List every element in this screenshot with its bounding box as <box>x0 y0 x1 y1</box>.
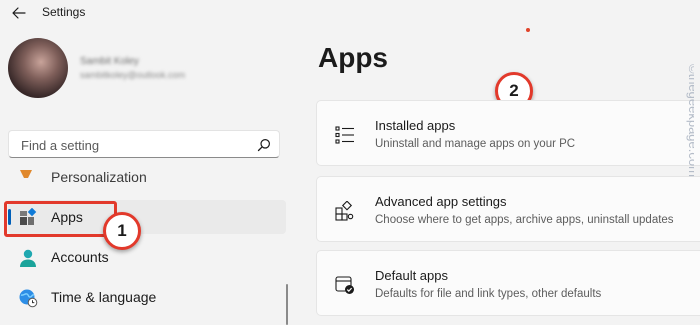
globe-clock-icon <box>19 289 38 308</box>
sidebar-item-label: Accounts <box>51 249 109 265</box>
advanced-app-settings-card[interactable]: Advanced app settings Choose where to ge… <box>316 176 700 242</box>
watermark-text: ©thegeekpage.com <box>686 64 694 177</box>
title-bar: Settings <box>0 0 700 28</box>
app-settings-icon <box>335 201 354 221</box>
back-button[interactable] <box>8 3 30 23</box>
decorative-dot <box>526 28 530 32</box>
card-title: Advanced app settings <box>375 194 507 209</box>
search-icon[interactable] <box>257 138 271 152</box>
callout-1: 1 <box>103 212 141 250</box>
profile-email: sambitkoley@outlook.com <box>80 70 186 80</box>
installed-apps-card[interactable]: Installed apps Uninstall and manage apps… <box>316 100 700 166</box>
back-arrow-icon <box>12 7 26 19</box>
default-apps-card[interactable]: Default apps Defaults for file and link … <box>316 250 700 316</box>
annotation-highlight-box <box>4 201 117 237</box>
search-box[interactable] <box>8 130 280 158</box>
card-title: Installed apps <box>375 118 456 133</box>
sidebar-item-time-language[interactable]: Time & language <box>8 280 286 314</box>
search-input[interactable] <box>19 137 253 154</box>
sidebar-item-personalization[interactable]: Personalization <box>8 170 286 190</box>
sidebar-item-label: Time & language <box>51 289 157 305</box>
sidebar-item-label: Personalization <box>51 170 147 185</box>
person-icon <box>20 249 36 267</box>
sidebar-item-accounts[interactable]: Accounts <box>8 240 286 274</box>
sidebar-scrollbar[interactable] <box>286 284 288 325</box>
avatar[interactable] <box>8 38 68 98</box>
card-title: Default apps <box>375 268 448 283</box>
page-title: Apps <box>318 42 388 73</box>
window-title: Settings <box>42 5 86 19</box>
watermark: ©thegeekpage.com <box>686 64 694 177</box>
brush-icon <box>20 170 32 178</box>
card-description: Uninstall and manage apps on your PC <box>375 138 576 150</box>
default-apps-icon <box>335 276 354 294</box>
card-description: Defaults for file and link types, other … <box>375 288 602 300</box>
list-icon <box>335 126 354 144</box>
profile-name: Sambit Koley <box>80 56 139 67</box>
card-description: Choose where to get apps, archive apps, … <box>375 214 674 226</box>
